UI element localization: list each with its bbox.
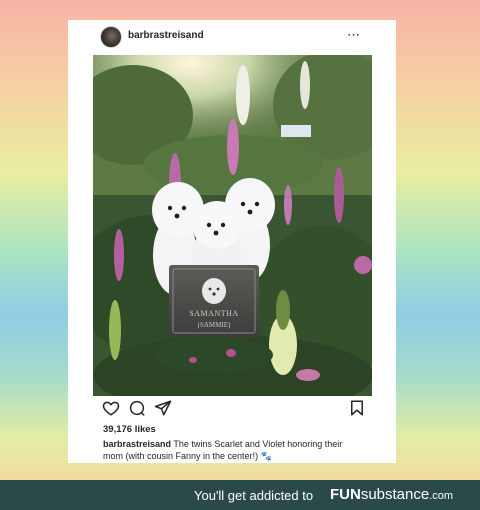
post-caption: barbrastreisand The twins Scarlet and Vi… [103,438,363,462]
footer-tagline: You'll get addicted to [194,488,314,503]
comment-icon[interactable] [128,399,146,417]
plaque-nickname: (SAMMIE) [198,321,231,329]
memorial-stone: SAMANTHA (SAMMIE) [169,265,259,337]
heart-icon[interactable] [102,399,120,417]
avatar[interactable] [100,26,122,48]
logo-domain: .com [429,490,454,502]
likes-count[interactable]: 39,176 likes [103,424,156,435]
caption-username[interactable]: barbrastreisand [103,439,171,449]
post-actions [93,396,372,420]
share-icon[interactable] [154,399,172,417]
username-link[interactable]: barbrastreisand [128,30,204,41]
site-footer-banner: You'll get addicted to FUNsubstance.com [0,480,480,510]
garden-photo-svg: SAMANTHA (SAMMIE) [93,55,372,396]
site-logo[interactable]: FUNsubstance.com [330,486,453,503]
plaque-name: SAMANTHA [189,309,238,318]
logo-substance: substance [360,486,430,503]
instagram-post-card: barbrastreisand ⋯ SAMANTHA (SAMMIE) 39,1… [68,20,396,463]
post-header: barbrastreisand ⋯ [68,20,396,54]
bookmark-icon[interactable] [348,399,366,417]
logo-fun: FUN [330,486,361,503]
post-photo[interactable]: SAMANTHA (SAMMIE) [93,55,372,396]
more-options-icon[interactable]: ⋯ [347,28,361,42]
